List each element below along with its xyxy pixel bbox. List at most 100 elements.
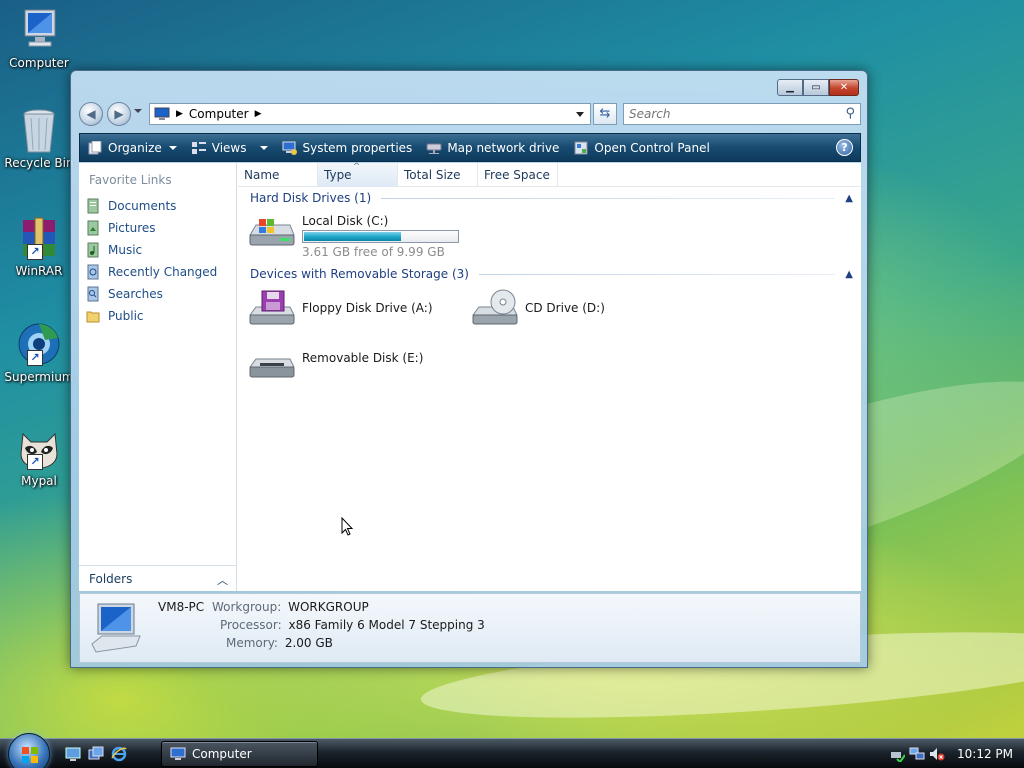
- explorer-window[interactable]: ▁ ▭ ✕ ◀ ▶ ▶ Computer ▶ ⇆ ⚲ Organize View…: [70, 70, 868, 668]
- column-header-row: Name ^ Type Total Size Free Space: [238, 162, 861, 187]
- close-button[interactable]: ✕: [829, 79, 859, 96]
- desktop-icon-computer[interactable]: Computer: [0, 6, 78, 70]
- desktop-icon-label: Recycle Bin: [4, 156, 74, 170]
- shortcut-arrow-icon: ↗: [27, 244, 43, 260]
- desktop-icon-winrar[interactable]: ↗ WinRAR: [0, 214, 78, 278]
- floppy-drive-icon: [246, 289, 296, 329]
- nav-link-searches[interactable]: Searches: [85, 283, 217, 305]
- removable-disk-icon: [246, 343, 296, 383]
- nav-link-label: Searches: [108, 287, 163, 301]
- recycle-bin-icon: [15, 106, 63, 154]
- computer-name: VM8-PC: [158, 600, 205, 614]
- processor-value: x86 Family 6 Model 7 Stepping 3: [288, 618, 485, 632]
- collapse-group-icon[interactable]: ▲: [845, 269, 853, 280]
- address-bar[interactable]: ▶ Computer ▶: [149, 103, 591, 125]
- help-button[interactable]: ?: [836, 139, 853, 156]
- switch-windows-icon[interactable]: [88, 746, 104, 762]
- search-icon[interactable]: ⚲: [845, 106, 855, 121]
- shortcut-arrow-icon: ↗: [27, 350, 43, 366]
- minimize-button[interactable]: ▁: [777, 79, 803, 96]
- organize-icon: [87, 140, 103, 156]
- search-input[interactable]: [624, 104, 834, 124]
- searches-icon: [87, 286, 99, 302]
- close-icon: ✕: [839, 82, 849, 93]
- computer-small-icon: [170, 747, 186, 760]
- history-dropdown-icon[interactable]: [134, 109, 142, 113]
- views-button[interactable]: Views: [184, 134, 275, 161]
- group-removable-storage[interactable]: Devices with Removable Storage (3) ▲: [250, 265, 853, 283]
- address-dropdown-icon[interactable]: [576, 112, 584, 117]
- internet-explorer-icon[interactable]: [111, 746, 127, 762]
- recently-changed-icon: [87, 264, 99, 280]
- back-button[interactable]: ◀: [79, 102, 103, 126]
- breadcrumb-computer[interactable]: Computer: [189, 107, 249, 121]
- desktop-icon-recycle-bin[interactable]: Recycle Bin: [0, 106, 78, 170]
- clock[interactable]: 10:12 PM: [957, 747, 1013, 761]
- show-desktop-icon[interactable]: [65, 746, 81, 762]
- collapse-group-icon[interactable]: ▲: [845, 193, 853, 204]
- public-folder-icon: [86, 311, 100, 323]
- refresh-button[interactable]: ⇆: [593, 103, 617, 125]
- column-total-size[interactable]: Total Size: [398, 163, 478, 187]
- nav-link-documents[interactable]: Documents: [85, 195, 217, 217]
- column-type[interactable]: ^ Type: [318, 162, 398, 187]
- mouse-cursor-icon: [341, 517, 354, 536]
- column-name[interactable]: Name: [238, 163, 318, 187]
- minimize-icon: ▁: [786, 82, 794, 93]
- organize-label: Organize: [108, 140, 162, 155]
- sort-ascending-icon: ^: [352, 162, 361, 172]
- nav-link-public[interactable]: Public: [85, 305, 217, 327]
- drive-local-disk-c[interactable]: Local Disk (C:) 3.61 GB free of 9.99 GB: [246, 211, 459, 259]
- open-control-panel-button[interactable]: Open Control Panel: [566, 134, 716, 161]
- memory-value: 2.00 GB: [284, 636, 333, 650]
- refresh-icon: ⇆: [599, 106, 611, 121]
- safely-remove-hardware-icon[interactable]: [889, 746, 905, 762]
- details-pane: VM8-PC Workgroup: WORKGROUP Processor: x…: [79, 593, 861, 663]
- command-bar: Organize Views System properties Map net…: [79, 133, 861, 162]
- open-control-panel-label: Open Control Panel: [594, 140, 710, 155]
- volume-muted-icon[interactable]: [929, 746, 945, 762]
- file-list[interactable]: Name ^ Type Total Size Free Space Hard D…: [238, 162, 861, 591]
- column-free-space[interactable]: Free Space: [478, 163, 558, 187]
- nav-link-recently-changed[interactable]: Recently Changed: [85, 261, 217, 283]
- nav-link-label: Music: [108, 243, 143, 257]
- winrar-icon: ↗: [15, 214, 63, 262]
- raccoon-icon: ↗: [15, 424, 63, 472]
- views-icon: [191, 140, 207, 156]
- network-icon[interactable]: [909, 746, 925, 762]
- drive-cd-d[interactable]: CD Drive (D:): [469, 289, 605, 329]
- forward-button[interactable]: ▶: [107, 102, 131, 126]
- group-title: Devices with Removable Storage (3): [250, 267, 469, 281]
- breadcrumb-separator-icon: ▶: [254, 109, 262, 119]
- disk-usage-fill: [304, 232, 402, 241]
- group-divider: [478, 273, 836, 275]
- drive-removable-e[interactable]: Removable Disk (E:): [246, 343, 423, 383]
- desktop-icon-mypal[interactable]: ↗ Mypal: [0, 424, 78, 488]
- nav-link-music[interactable]: Music: [85, 239, 217, 261]
- taskbar: Computer 10:12 PM: [0, 733, 1024, 768]
- favorite-links-heading: Favorite Links: [89, 173, 172, 187]
- desktop-icon-label: Mypal: [21, 474, 57, 488]
- nav-link-label: Pictures: [108, 221, 156, 235]
- drive-free-space: 3.61 GB free of 9.99 GB: [302, 245, 445, 259]
- drive-floppy-a[interactable]: Floppy Disk Drive (A:): [246, 289, 433, 329]
- search-box[interactable]: ⚲: [623, 103, 861, 125]
- cd-drive-icon: [469, 289, 519, 329]
- taskbar-button-computer[interactable]: Computer: [161, 741, 318, 767]
- drive-name: Local Disk (C:): [302, 214, 389, 228]
- folders-toggle[interactable]: Folders ︿: [79, 565, 236, 591]
- computer-large-icon: [91, 603, 141, 653]
- group-hard-disk-drives[interactable]: Hard Disk Drives (1) ▲: [250, 189, 853, 207]
- nav-link-pictures[interactable]: Pictures: [85, 217, 217, 239]
- favorite-links-list: Documents Pictures Music Recently Change…: [85, 195, 217, 327]
- memory-label: Memory:: [226, 636, 278, 650]
- maximize-button[interactable]: ▭: [803, 79, 829, 96]
- system-properties-button[interactable]: System properties: [275, 134, 420, 161]
- processor-info: Processor: x86 Family 6 Model 7 Stepping…: [220, 618, 485, 632]
- map-network-drive-button[interactable]: Map network drive: [419, 134, 566, 161]
- organize-button[interactable]: Organize: [80, 134, 184, 161]
- disk-usage-bar: [302, 230, 459, 243]
- start-button[interactable]: [8, 733, 50, 768]
- computer-icon: [15, 6, 63, 54]
- desktop-icon-supermium[interactable]: ↗ Supermium: [0, 320, 78, 384]
